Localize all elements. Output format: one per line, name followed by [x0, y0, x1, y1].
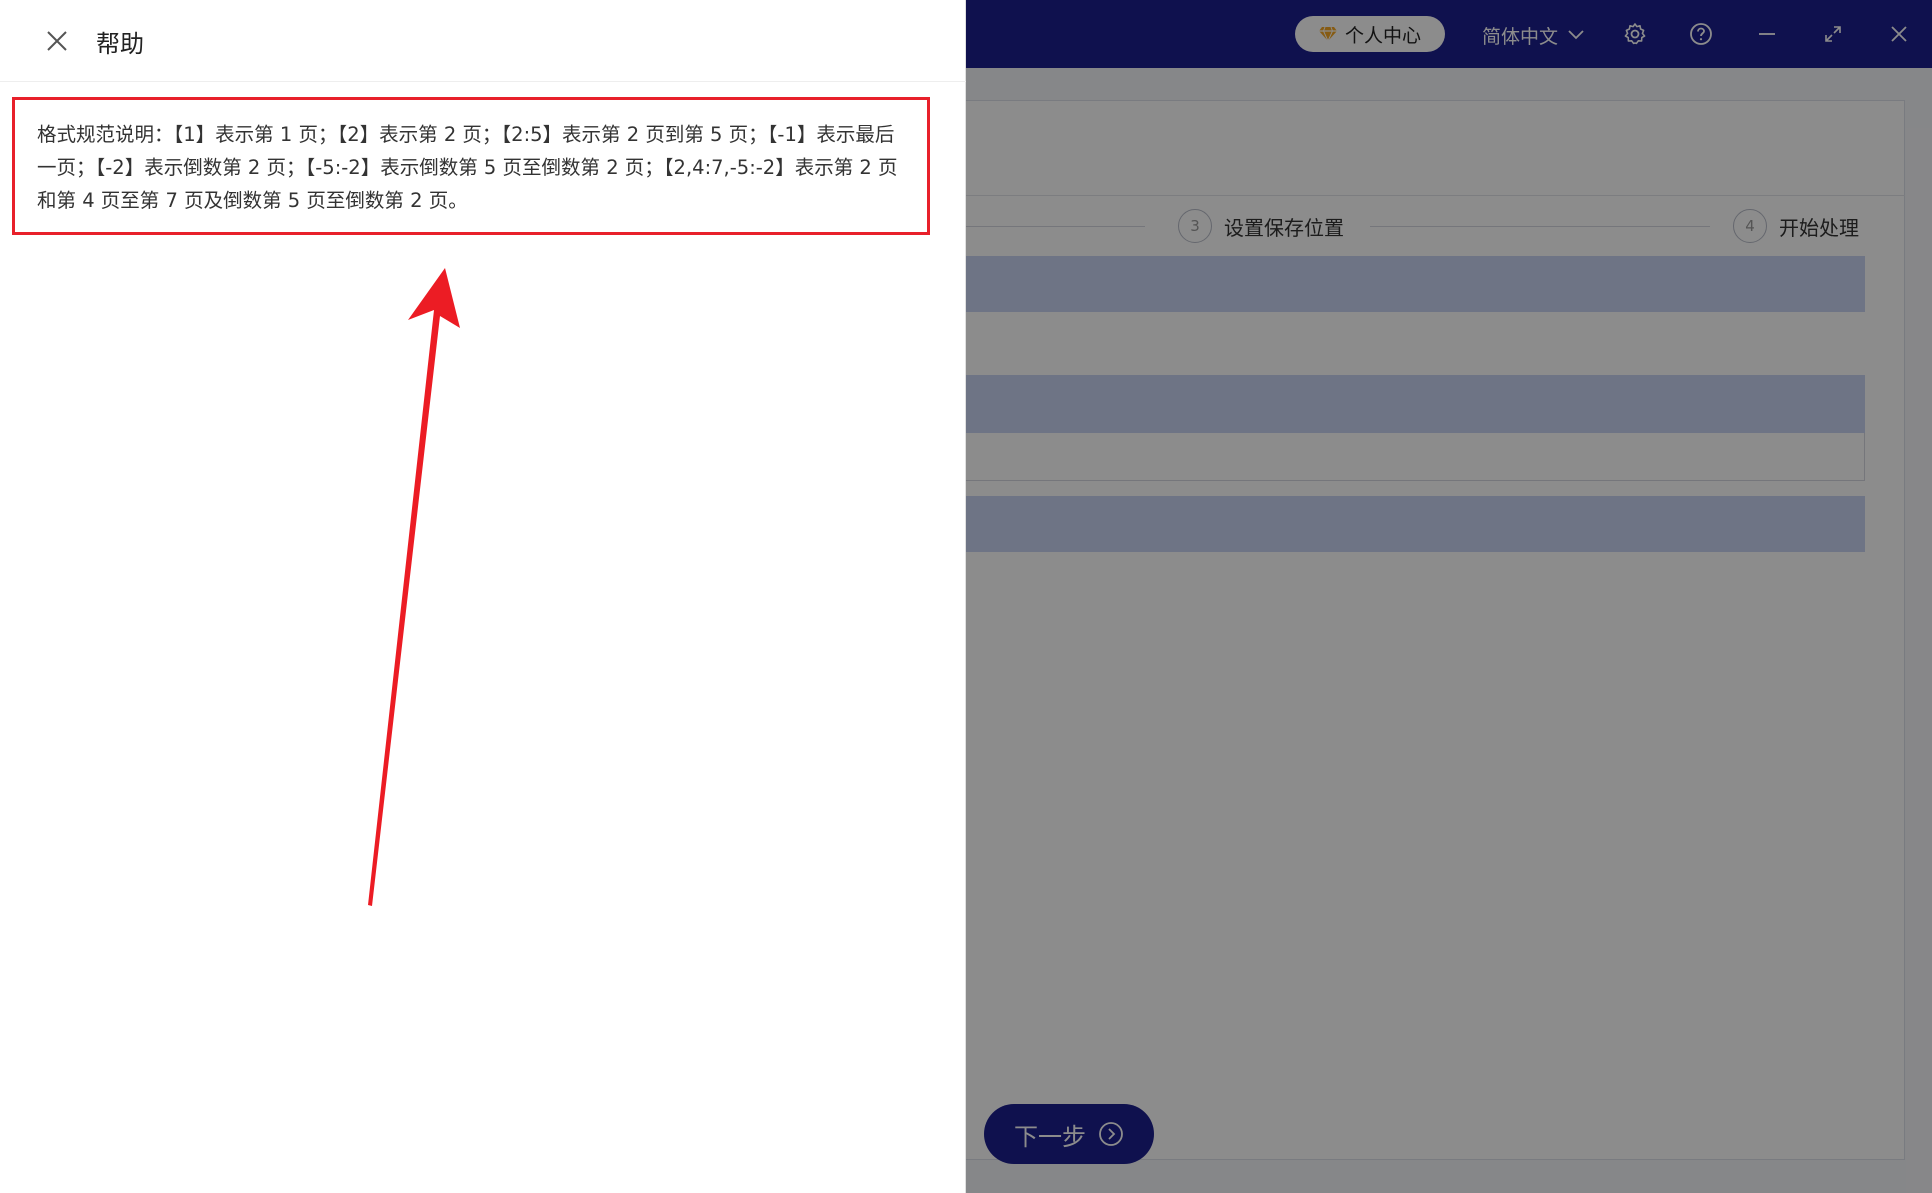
drawer-header: 帮助 [0, 0, 966, 82]
drawer-title: 帮助 [96, 30, 144, 58]
help-format-text: 格式规范说明：【1】表示第 1 页；【2】表示第 2 页；【2:5】表示第 2 … [12, 97, 930, 235]
drawer-close-button[interactable] [42, 26, 72, 56]
help-drawer: 帮助 格式规范说明：【1】表示第 1 页；【2】表示第 2 页；【2:5】表示第… [0, 0, 966, 1193]
close-icon [47, 31, 67, 51]
app-window: 个人中心 简体中文 3 设置保存位置 4 开始处理 下一步 帮助 格式规范说明：… [0, 0, 1932, 1193]
